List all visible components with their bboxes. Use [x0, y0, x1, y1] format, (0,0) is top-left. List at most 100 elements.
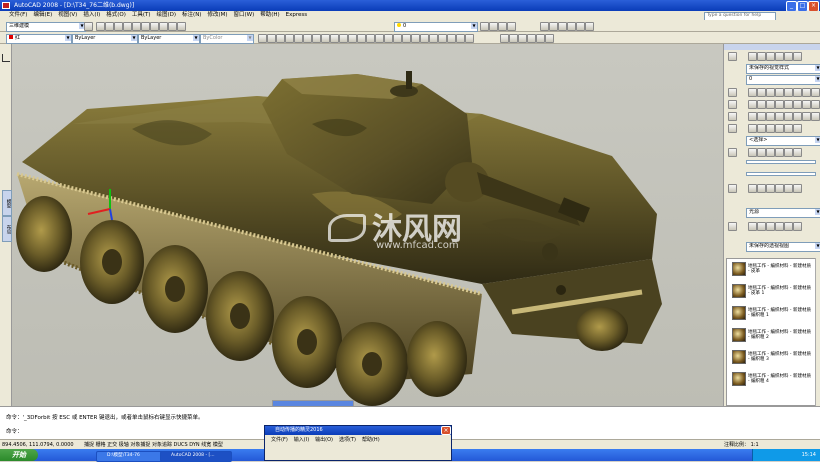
- dashboard-tool-icon[interactable]: [811, 88, 820, 97]
- palette-vscrollbar[interactable]: [815, 258, 820, 406]
- modeling-tool-icon[interactable]: [312, 34, 321, 43]
- modeling-tool-icon[interactable]: [447, 34, 456, 43]
- dashboard-tool-icon[interactable]: [802, 88, 811, 97]
- dashboard-panel-icon[interactable]: [728, 88, 737, 97]
- dashboard-tool-icon[interactable]: [775, 88, 784, 97]
- light-select[interactable]: 光源 ▼: [746, 208, 820, 218]
- standard-tool-icon[interactable]: [96, 22, 105, 31]
- modeling-tool-icon[interactable]: [285, 34, 294, 43]
- menu-item[interactable]: 修改(M): [204, 11, 230, 20]
- modeling-tool-icon[interactable]: [411, 34, 420, 43]
- dashboard-tool-icon[interactable]: [775, 112, 784, 121]
- material-swatch-icon[interactable]: [732, 328, 746, 342]
- menu-item[interactable]: 格式(O): [103, 11, 129, 20]
- dashboard-tool-icon[interactable]: [811, 112, 820, 121]
- command-prompt[interactable]: 命令：: [6, 427, 23, 435]
- tab-model[interactable]: 模型: [2, 190, 12, 216]
- dashboard-tool-icon[interactable]: [793, 148, 802, 157]
- modeling-tool-icon[interactable]: [267, 34, 276, 43]
- menu-item[interactable]: 文件(F): [6, 11, 30, 20]
- menu-item[interactable]: 编辑(E): [30, 11, 55, 20]
- layer-tool-icon[interactable]: [489, 22, 498, 31]
- dashboard-tool-icon[interactable]: [784, 222, 793, 231]
- modeling-tool-icon[interactable]: [465, 34, 474, 43]
- modeling-tool-icon[interactable]: [375, 34, 384, 43]
- dashboard-tool-icon[interactable]: [766, 184, 775, 193]
- layer-tool-icon[interactable]: [498, 22, 507, 31]
- dashboard-tool-icon[interactable]: [811, 100, 820, 109]
- standard-tool-icon[interactable]: [141, 22, 150, 31]
- modeling-tool-icon[interactable]: [456, 34, 465, 43]
- layer-tool-icon[interactable]: [480, 22, 489, 31]
- modeling-tool-icon[interactable]: [348, 34, 357, 43]
- ucs-tool-icon[interactable]: [585, 22, 594, 31]
- material-select[interactable]: <选择> ▼: [746, 136, 820, 146]
- dashboard-tool-icon[interactable]: [793, 112, 802, 121]
- view-tool-icon[interactable]: [500, 34, 509, 43]
- dashboard-panel-icon[interactable]: [728, 148, 737, 157]
- material-swatch-icon[interactable]: [732, 262, 746, 276]
- brightness-slider[interactable]: [746, 172, 816, 176]
- dashboard-tool-icon[interactable]: [784, 148, 793, 157]
- dashboard-tool-icon[interactable]: [793, 222, 802, 231]
- dashboard-tool-icon[interactable]: [793, 52, 802, 61]
- dashboard-tool-icon[interactable]: [793, 100, 802, 109]
- dashboard-tool-icon[interactable]: [757, 124, 766, 133]
- dashboard-tool-icon[interactable]: [757, 100, 766, 109]
- modeling-tool-icon[interactable]: [330, 34, 339, 43]
- menu-item[interactable]: 绘图(D): [154, 11, 180, 20]
- plotstyle-select[interactable]: ByColor ▼: [200, 34, 254, 44]
- dashboard-tool-icon[interactable]: [757, 88, 766, 97]
- dashboard-tool-icon[interactable]: [757, 184, 766, 193]
- dashboard-tool-icon[interactable]: [784, 184, 793, 193]
- standard-tool-icon[interactable]: [105, 22, 114, 31]
- view-tool-icon[interactable]: [509, 34, 518, 43]
- menu-item[interactable]: 工具(T): [129, 11, 154, 20]
- dashboard-tool-icon[interactable]: [748, 112, 757, 121]
- menu-item[interactable]: Express: [283, 11, 310, 20]
- workspace-settings-icon[interactable]: [84, 22, 93, 31]
- dashboard-tool-icon[interactable]: [784, 52, 793, 61]
- dashboard-tool-icon[interactable]: [793, 184, 802, 193]
- dashboard-panel-icon[interactable]: [728, 100, 737, 109]
- dashboard-tool-icon[interactable]: [748, 88, 757, 97]
- view-tool-icon[interactable]: [518, 34, 527, 43]
- modeling-tool-icon[interactable]: [339, 34, 348, 43]
- material-swatch-icon[interactable]: [732, 350, 746, 364]
- popup-menu-item[interactable]: 文件(F): [271, 436, 288, 444]
- view-tool-icon[interactable]: [527, 34, 536, 43]
- dashboard-tool-icon[interactable]: [748, 222, 757, 231]
- standard-tool-icon[interactable]: [168, 22, 177, 31]
- ucs-tool-icon[interactable]: [576, 22, 585, 31]
- dashboard-tool-icon[interactable]: [784, 124, 793, 133]
- dashboard-panel-icon[interactable]: [728, 52, 737, 61]
- dashboard-tool-icon[interactable]: [748, 52, 757, 61]
- light-slider[interactable]: [746, 160, 816, 164]
- view-tool-icon[interactable]: [545, 34, 554, 43]
- modeling-tool-icon[interactable]: [420, 34, 429, 43]
- dashboard-tool-icon[interactable]: [766, 100, 775, 109]
- start-button[interactable]: 开始: [0, 449, 38, 461]
- layer-tool-icon[interactable]: [507, 22, 516, 31]
- modeling-tool-icon[interactable]: [294, 34, 303, 43]
- taskbar-item-explorer[interactable]: D:\模型\T34-76: [96, 451, 168, 462]
- popup-menu-item[interactable]: 选项(T): [339, 436, 356, 444]
- ucs-tool-icon[interactable]: [558, 22, 567, 31]
- dashboard-tool-icon[interactable]: [793, 124, 802, 133]
- standard-tool-icon[interactable]: [132, 22, 141, 31]
- dashboard-tool-icon[interactable]: [757, 222, 766, 231]
- dashboard-tool-icon[interactable]: [802, 112, 811, 121]
- material-swatch-icon[interactable]: [732, 284, 746, 298]
- dashboard-tool-icon[interactable]: [775, 222, 784, 231]
- menu-item[interactable]: 窗口(W): [231, 11, 258, 20]
- menu-item[interactable]: 插入(I): [80, 11, 103, 20]
- dashboard-tool-icon[interactable]: [766, 88, 775, 97]
- dashboard-panel-icon[interactable]: [728, 112, 737, 121]
- popup-menu-item[interactable]: 输出(O): [315, 436, 333, 444]
- dashboard-tool-icon[interactable]: [757, 52, 766, 61]
- layer-select[interactable]: 0 ▼: [394, 22, 478, 32]
- modeling-tool-icon[interactable]: [357, 34, 366, 43]
- dashboard-tool-icon[interactable]: [766, 124, 775, 133]
- dashboard-tool-icon[interactable]: [766, 148, 775, 157]
- material-swatch-icon[interactable]: [732, 372, 746, 386]
